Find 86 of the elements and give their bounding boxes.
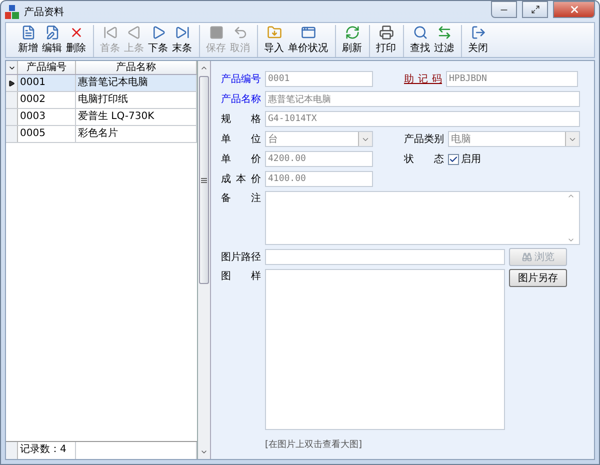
text-field[interactable]: HPBJBDN [446, 71, 578, 87]
table-row[interactable]: 0001 惠普笔记本电脑 [6, 75, 197, 92]
field-label: 单位 [221, 132, 261, 146]
minimize-button[interactable] [491, 1, 517, 18]
window-icon [300, 25, 316, 40]
undo-icon [232, 25, 248, 40]
triangle-left-icon [126, 25, 142, 40]
row-header[interactable] [6, 75, 18, 91]
dropdown[interactable]: 电脑 [448, 131, 580, 147]
app-icon [5, 4, 19, 18]
toolbar-button[interactable]: 刷新 [335, 25, 364, 57]
toolbar-button[interactable]: 查找 [403, 25, 432, 57]
table-row[interactable]: 0003 爱普生 LQ-730K [6, 109, 197, 126]
field-label: 备注 [221, 192, 261, 205]
field-label: 产品类别 [404, 132, 444, 146]
binoculars-icon [522, 252, 532, 262]
scrollbar[interactable] [198, 61, 211, 459]
path-field[interactable] [265, 249, 505, 265]
image-box[interactable] [265, 269, 505, 430]
text-field[interactable]: 0001 [265, 71, 373, 87]
close-button[interactable] [553, 1, 595, 18]
toolbar-button[interactable]: 单价状况 [286, 25, 330, 57]
refresh-icon [344, 25, 360, 40]
field-label: 图样 [221, 270, 261, 283]
skip-forward-icon [174, 25, 190, 40]
field-label: 产品编号 [221, 72, 261, 86]
field-label: 图片路径 [221, 250, 261, 264]
search-icon [412, 25, 428, 40]
field-label: 成本价 [221, 172, 261, 186]
field-link[interactable]: 助记码 [404, 72, 442, 86]
table-cell: 彩色名片 [76, 126, 197, 142]
row-header [6, 442, 18, 459]
toolbar-button[interactable]: 编辑 [40, 25, 64, 57]
field-label: 状态 [404, 152, 444, 166]
table-cell: 电脑打印纸 [76, 92, 197, 108]
maximize-icon [530, 5, 540, 14]
column-header[interactable]: 产品名称 [76, 61, 197, 74]
printer-icon [378, 25, 394, 40]
toolbar-button[interactable]: 打印 [369, 25, 398, 57]
toolbar-button[interactable]: 下条 [146, 25, 170, 57]
arrows-icon [436, 25, 452, 40]
chevron-up-icon [567, 192, 575, 200]
field-label: 规格 [221, 112, 261, 126]
text-field[interactable]: 4100.00 [265, 171, 373, 187]
text-field[interactable]: 4200.00 [265, 151, 373, 167]
exit-icon [470, 25, 486, 40]
text-field[interactable]: 惠普笔记本电脑 [265, 91, 580, 107]
save-image-button[interactable]: 图片另存 [509, 269, 567, 287]
toolbar-button[interactable]: 新增 [16, 25, 40, 57]
toolbar-button[interactable]: 关闭 [461, 25, 490, 57]
grip-icon [200, 178, 207, 182]
table-cell: 爱普生 LQ-730K [76, 109, 197, 125]
field-label: 产品名称 [221, 92, 261, 106]
table-cell: 0005 [18, 126, 76, 142]
table-cell: 惠普笔记本电脑 [76, 75, 197, 91]
folder-icon [266, 25, 282, 40]
chevron-down-icon [200, 448, 208, 456]
chevron-up-icon [200, 64, 208, 72]
toolbar-button[interactable]: 删除 [64, 25, 88, 57]
chevron-down-icon [567, 236, 575, 244]
table-cell: 0001 [18, 75, 76, 91]
row-pointer-icon [8, 80, 15, 86]
table-cell: 0003 [18, 109, 76, 125]
checkbox-label: 启用 [461, 152, 481, 166]
remarks-field[interactable] [265, 191, 580, 245]
table-row[interactable]: 0002 电脑打印纸 [6, 92, 197, 109]
maximize-button[interactable] [522, 1, 548, 18]
text-field[interactable]: G4-1014TX [265, 111, 580, 127]
image-hint: [在图片上双击查看大图] [265, 438, 364, 451]
table-cell: 0002 [18, 92, 76, 108]
toolbar-button[interactable]: 导入 [257, 25, 286, 57]
column-header[interactable]: 产品编号 [18, 61, 76, 74]
square-icon [208, 25, 224, 40]
dropdown[interactable]: 台 [265, 131, 373, 147]
toolbar-button[interactable]: 末条 [170, 25, 194, 57]
pencil-document-icon [44, 25, 60, 40]
skip-back-icon [102, 25, 118, 40]
table-row[interactable]: 0005 彩色名片 [6, 126, 197, 143]
field-label: 单价 [221, 152, 261, 166]
triangle-right-icon [150, 25, 166, 40]
close-icon [568, 4, 580, 15]
document-icon [20, 25, 36, 40]
record-count: 记录数：4 [18, 442, 76, 459]
toolbar-button[interactable]: 过滤 [432, 25, 456, 57]
checkbox[interactable] [448, 154, 459, 164]
window-title: 产品资料 [24, 6, 65, 18]
